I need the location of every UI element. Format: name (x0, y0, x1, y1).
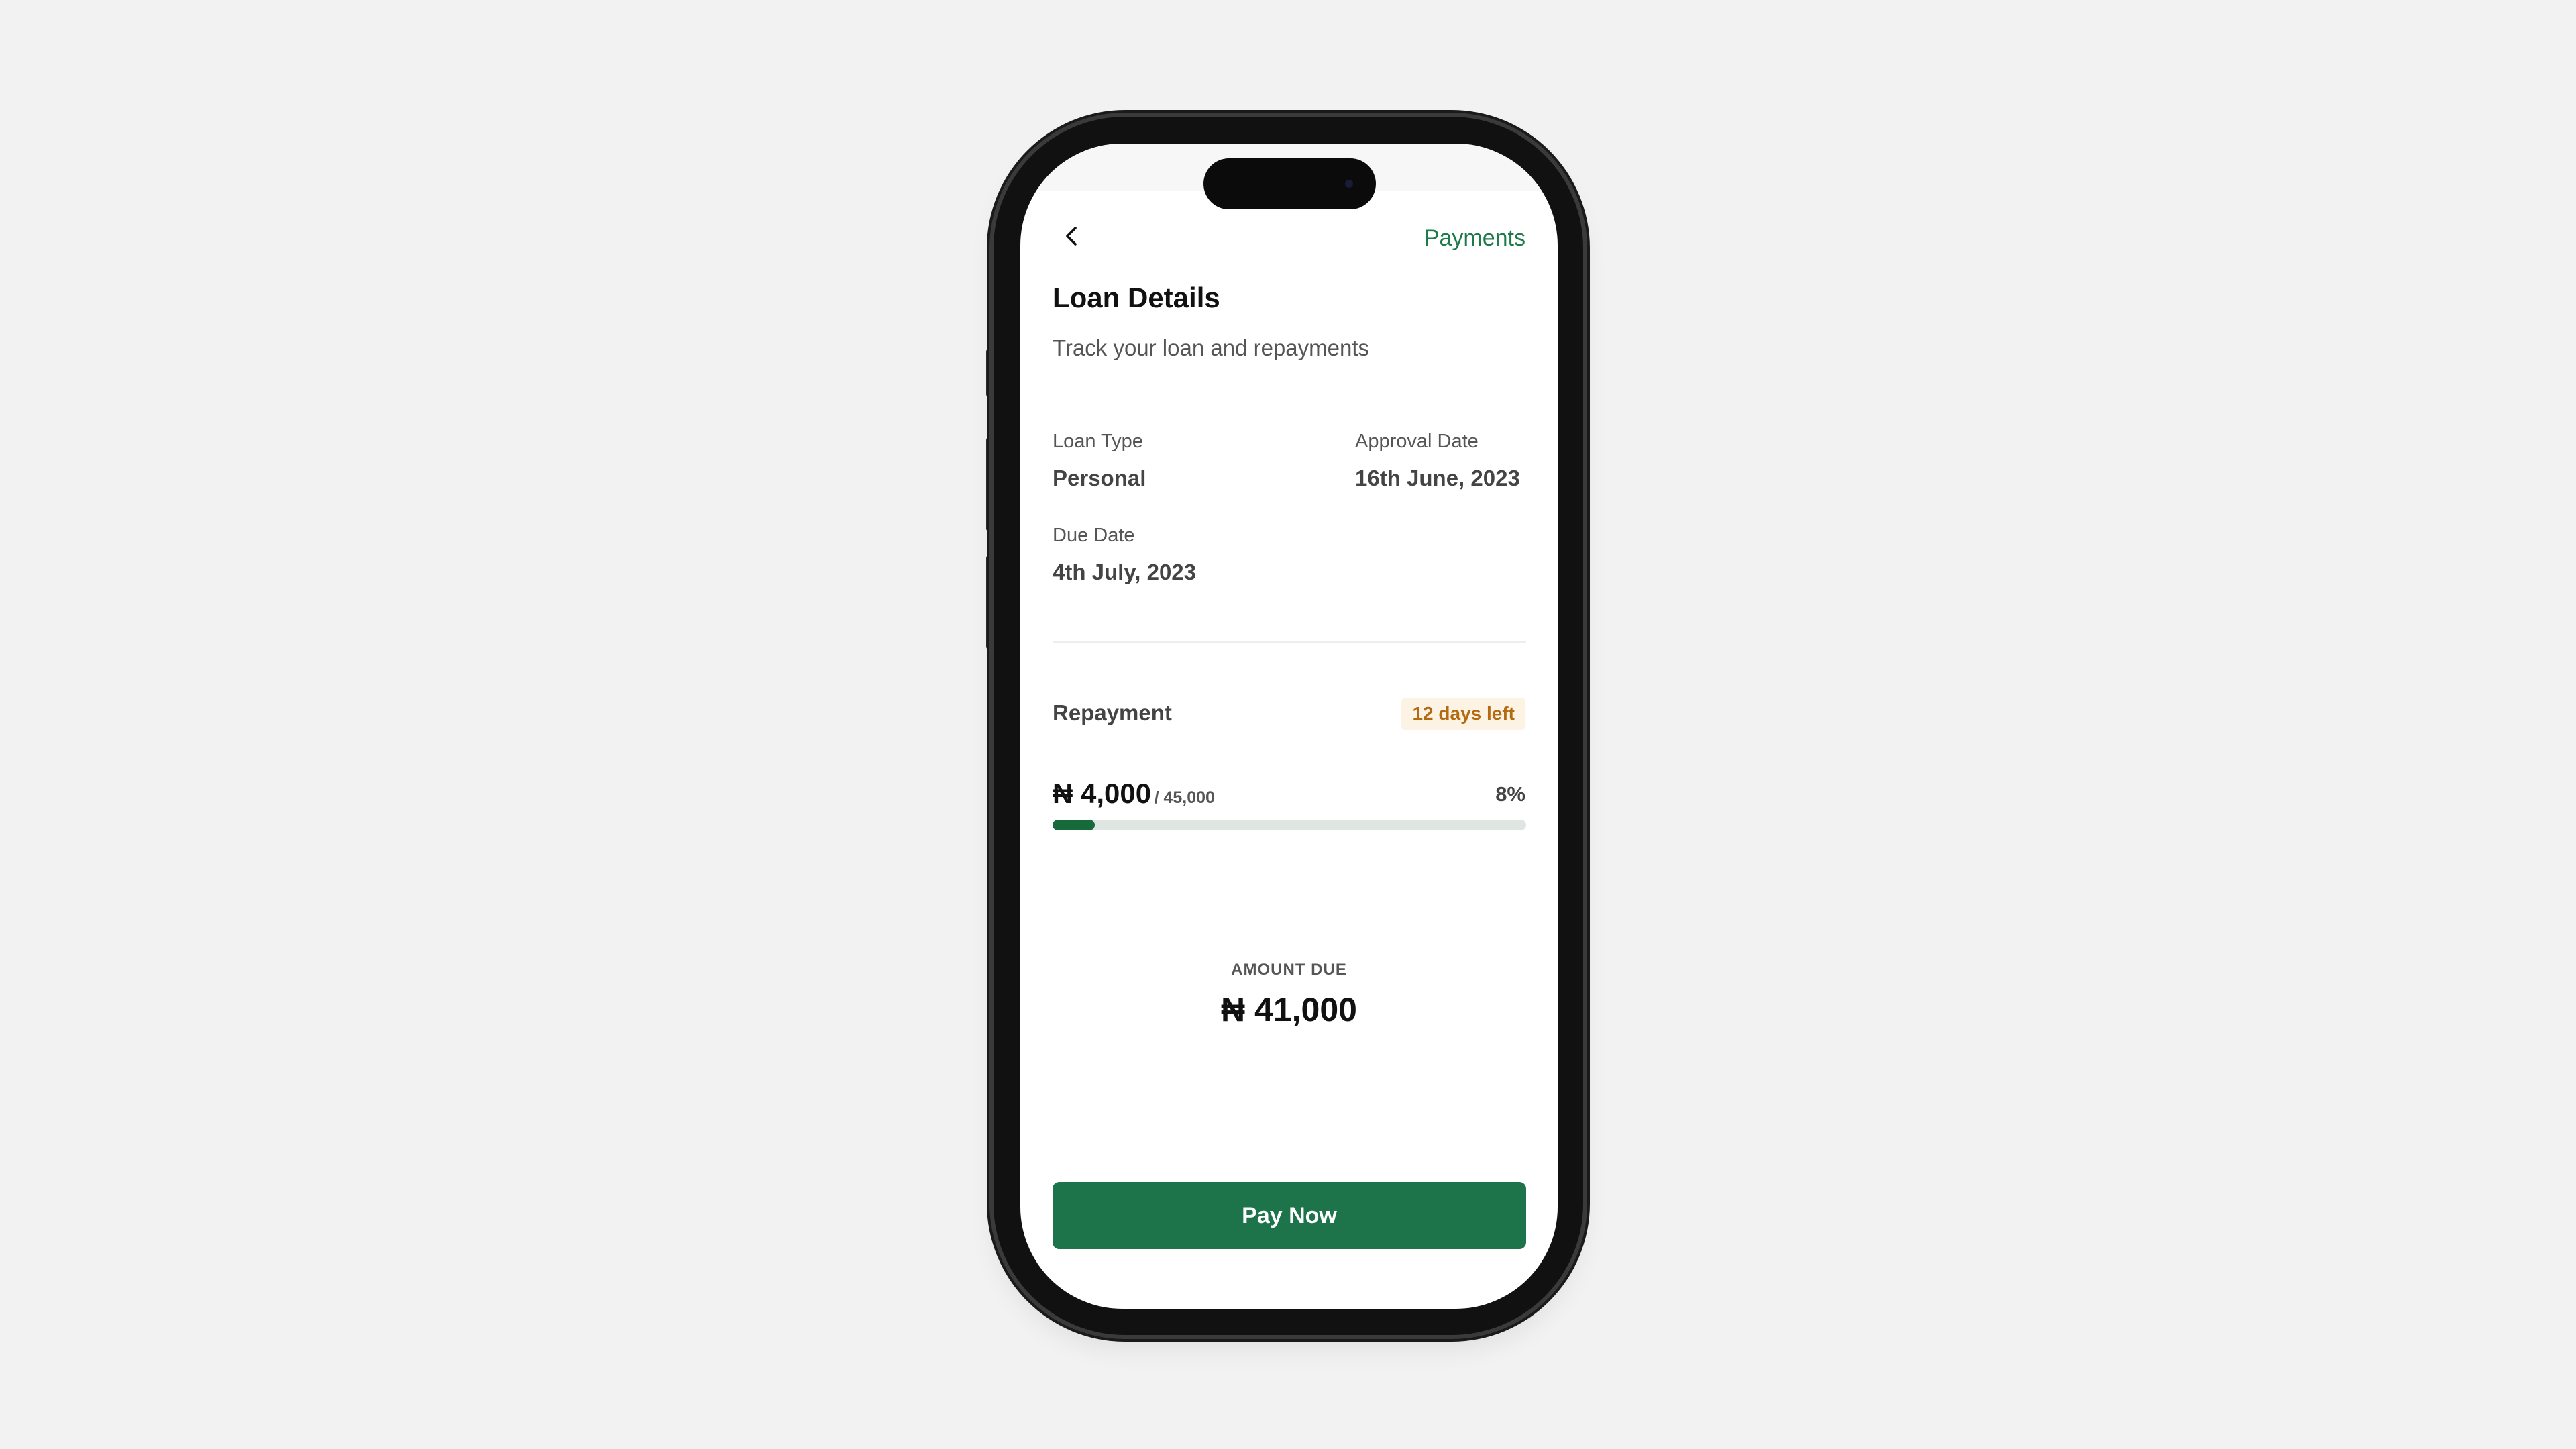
loan-type-label: Loan Type (1053, 431, 1143, 452)
payments-link[interactable]: Payments (1424, 225, 1525, 252)
due-date-value: 4th July, 2023 (1053, 559, 1197, 584)
section-divider (1053, 641, 1526, 643)
approval-date-value: 16th June, 2023 (1355, 466, 1520, 490)
canvas: Payments Loan Details Track your loan an… (0, 0, 2576, 1449)
paid-amount: ₦ 4,000 (1053, 777, 1152, 809)
due-date-label: Due Date (1053, 525, 1135, 546)
app-screen: Payments Loan Details Track your loan an… (1020, 144, 1558, 1309)
repayment-progress-bar (1053, 820, 1526, 830)
page-title: Loan Details (1053, 282, 1220, 313)
amount-due-label: AMOUNT DUE (1231, 961, 1347, 979)
total-amount: / 45,000 (1154, 788, 1215, 807)
days-left-badge: 12 days left (1401, 698, 1525, 730)
page-subtitle: Track your loan and repayments (1053, 335, 1370, 360)
approval-date-label: Approval Date (1355, 431, 1479, 452)
back-button[interactable] (1057, 221, 1087, 251)
dynamic-island (1203, 158, 1376, 209)
repayment-amounts: ₦ 4,000 / 45,000 (1053, 777, 1215, 810)
repayment-percent: 8% (1495, 782, 1525, 806)
loan-type-value: Personal (1053, 466, 1146, 490)
repayment-progress-fill (1053, 820, 1095, 830)
camera-icon (1345, 180, 1353, 188)
chevron-left-icon (1066, 227, 1077, 246)
amount-due-value: ₦ 41,000 (1221, 991, 1357, 1028)
repayment-label: Repayment (1053, 700, 1172, 725)
pay-now-button[interactable]: Pay Now (1053, 1182, 1526, 1249)
